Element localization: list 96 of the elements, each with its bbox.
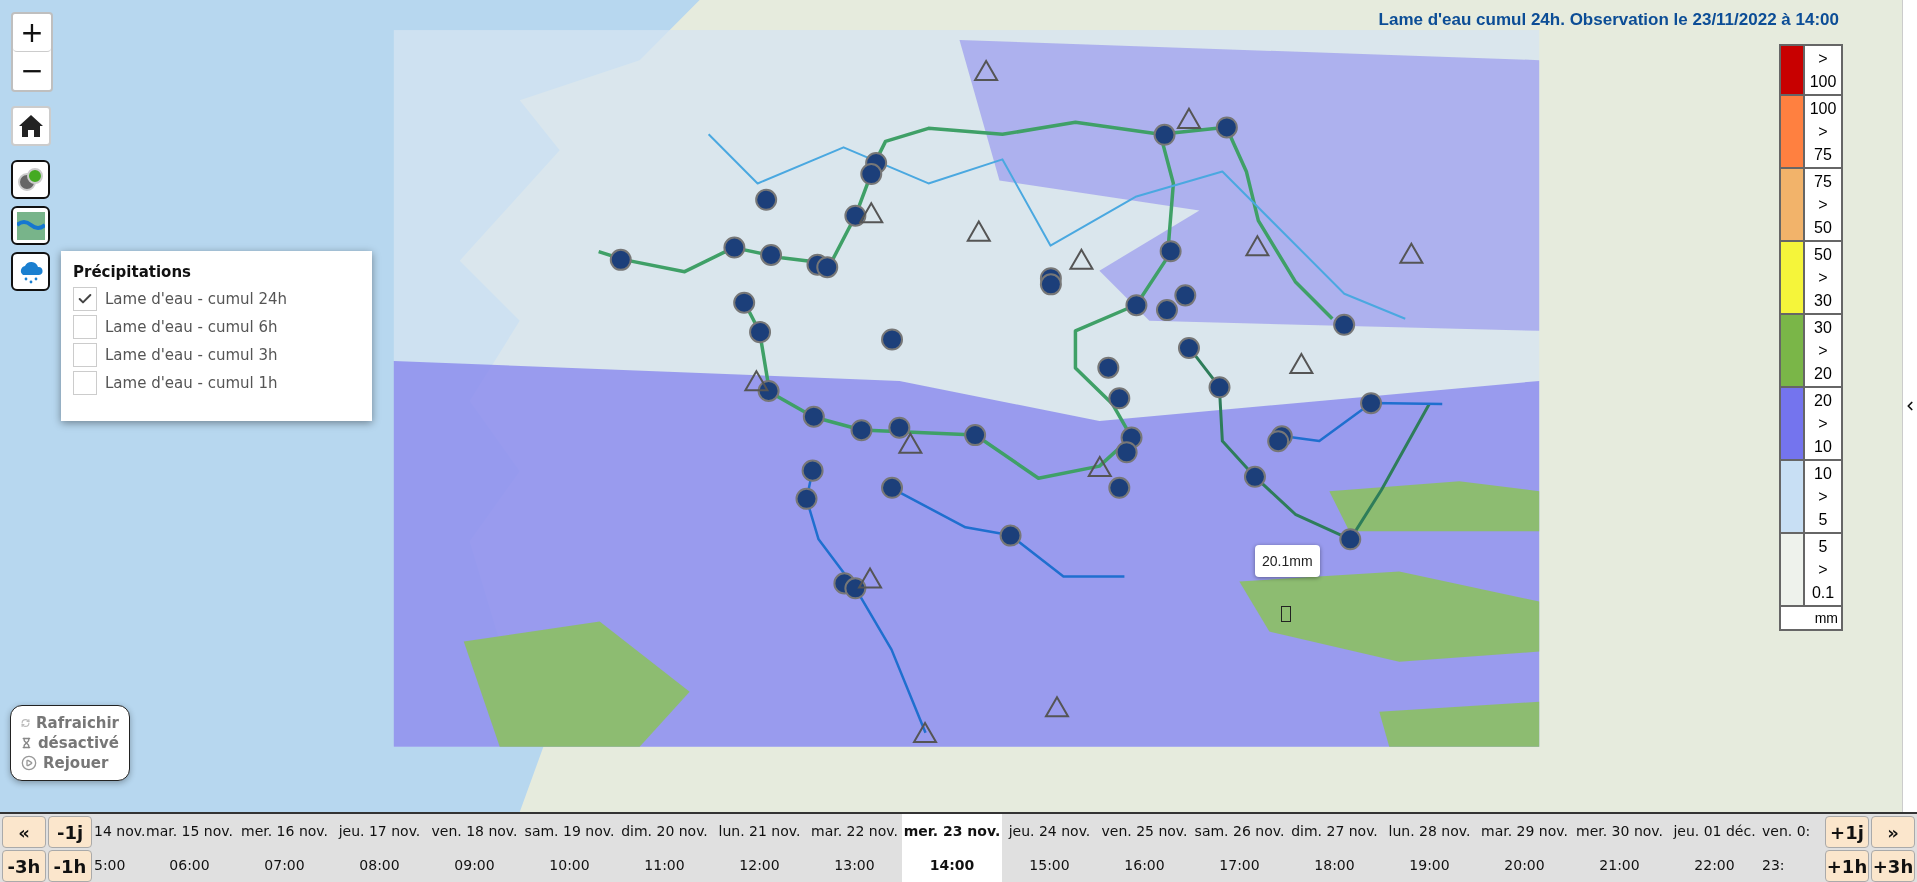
slot-date: sam. 19 nov. xyxy=(524,823,615,839)
river-icon xyxy=(16,211,45,240)
timeline-slot[interactable]: jeu. 01 déc. 22:00 xyxy=(1667,814,1762,882)
timeline-slot[interactable]: sam. 26 nov. 17:00 xyxy=(1192,814,1287,882)
popup-title: Précipitations xyxy=(73,263,192,281)
slot-date: mer. 16 nov. xyxy=(241,823,328,839)
slot-date: sam. 26 nov. xyxy=(1194,823,1285,839)
timeline-slot[interactable]: jeu. 24 nov. 15:00 xyxy=(1002,814,1097,882)
timeline-slot[interactable]: ven. 25 nov. 16:00 xyxy=(1097,814,1192,882)
slot-time: 09:00 xyxy=(454,857,495,873)
timeline-slot[interactable]: sam. 19 nov. 10:00 xyxy=(522,814,617,882)
timeline-step-button[interactable]: +1j xyxy=(1825,816,1869,848)
timeline-step-button[interactable]: -1h xyxy=(48,850,92,882)
map-title: Lame d'eau cumul 24h. Observation le 23/11/2022 à 14:00 xyxy=(1378,10,1839,30)
checkbox[interactable] xyxy=(73,315,97,339)
checkbox[interactable] xyxy=(73,371,97,395)
timeline-step-button[interactable]: -3h xyxy=(2,850,46,882)
timeline-step-button[interactable]: +3h xyxy=(1871,850,1915,882)
slot-date: mer. 30 nov. xyxy=(1576,823,1663,839)
slot-date: ven. 18 nov. xyxy=(431,823,518,839)
legend-label: 5 > 0.1 xyxy=(1805,534,1841,605)
slot-time: 14:00 xyxy=(929,857,975,873)
slot-time: 19:00 xyxy=(1409,857,1450,873)
slot-date: dim. 27 nov. xyxy=(1291,823,1378,839)
slot-date: mar. 15 nov. xyxy=(146,823,233,839)
side-panel-toggle[interactable] xyxy=(1902,0,1917,812)
slot-date: jeu. 17 nov. xyxy=(338,823,421,839)
point-marker xyxy=(1281,606,1291,622)
legend-label: 30 > 20 xyxy=(1805,315,1841,386)
slot-time: 20:00 xyxy=(1504,857,1545,873)
overlapping-circles-icon xyxy=(16,165,45,194)
layer-button[interactable] xyxy=(11,206,50,245)
timeline-slot[interactable]: jeu. 17 nov. 08:00 xyxy=(332,814,427,882)
slot-time: 5:00 xyxy=(94,857,126,873)
slot-time: 11:00 xyxy=(644,857,685,873)
legend-label: 10 > 5 xyxy=(1805,461,1841,532)
timeline-step-button[interactable]: » xyxy=(1871,816,1915,848)
slot-date: dim. 20 nov. xyxy=(621,823,708,839)
hourglass-icon xyxy=(21,735,32,751)
layer-button[interactable] xyxy=(11,160,50,199)
checkbox[interactable] xyxy=(73,343,97,367)
value-tooltip: 20.1mm xyxy=(1255,545,1320,577)
slot-time: 22:00 xyxy=(1694,857,1735,873)
checkbox[interactable] xyxy=(73,287,97,311)
slot-time: 15:00 xyxy=(1029,857,1070,873)
slot-date: mar. 29 nov. xyxy=(1481,823,1568,839)
timeline-slot[interactable]: dim. 27 nov. 18:00 xyxy=(1287,814,1382,882)
legend-label: 100 > 75 xyxy=(1805,96,1841,167)
timeline-step-button[interactable]: +1h xyxy=(1825,850,1869,882)
slot-time: 13:00 xyxy=(834,857,875,873)
layer-option-label[interactable]: Lame d'eau - cumul 1h xyxy=(105,374,278,392)
slot-time: 10:00 xyxy=(549,857,590,873)
slot-time: 12:00 xyxy=(739,857,780,873)
timeline-slot[interactable]: lun. 28 nov. 19:00 xyxy=(1382,814,1477,882)
slot-date: ven. 0: xyxy=(1762,823,1811,839)
timeline-slot[interactable]: ven. 18 nov. 09:00 xyxy=(427,814,522,882)
play-icon xyxy=(21,755,37,771)
slot-date: jeu. 01 déc. xyxy=(1673,823,1756,839)
slot-time: 16:00 xyxy=(1124,857,1165,873)
slot-time: 17:00 xyxy=(1219,857,1260,873)
timeline-slot[interactable]: mar. 29 nov. 20:00 xyxy=(1477,814,1572,882)
layer-option-label[interactable]: Lame d'eau - cumul 3h xyxy=(105,346,278,364)
playback-label[interactable]: désactivé xyxy=(37,734,119,752)
slot-date: mer. 23 nov. xyxy=(903,823,1001,839)
timeline-slot[interactable]: mer. 30 nov. 21:00 xyxy=(1572,814,1667,882)
legend-label: 75 > 50 xyxy=(1805,169,1841,240)
layer-option-label[interactable]: Lame d'eau - cumul 24h xyxy=(105,290,288,308)
slot-time: 07:00 xyxy=(264,857,305,873)
layer-button[interactable] xyxy=(11,252,50,291)
slot-date: lun. 28 nov. xyxy=(1388,823,1471,839)
timeline-step-button[interactable]: -1j xyxy=(48,816,92,848)
timeline-slot[interactable]: dim. 20 nov. 11:00 xyxy=(617,814,712,882)
timeline-slot[interactable]: lun. 21 nov. 12:00 xyxy=(712,814,807,882)
legend-label: > 100 xyxy=(1805,46,1841,94)
timeline-step-button[interactable]: « xyxy=(2,816,46,848)
slot-time: 21:00 xyxy=(1599,857,1640,873)
timeline-slot[interactable]: mer. 16 nov. 07:00 xyxy=(237,814,332,882)
timeline-slot[interactable]: ven. 0: 23: xyxy=(1762,814,1823,882)
slot-date: lun. 21 nov. xyxy=(718,823,801,839)
slot-time: 23: xyxy=(1762,857,1785,873)
home-icon xyxy=(18,114,44,138)
slot-time: 18:00 xyxy=(1314,857,1355,873)
timeline-slot[interactable]: mer. 23 nov. 14:00 xyxy=(902,814,1002,882)
slot-date: ven. 25 nov. xyxy=(1101,823,1188,839)
slot-time: 08:00 xyxy=(359,857,400,873)
slot-date: mar. 22 nov. xyxy=(811,823,898,839)
legend-label: 20 > 10 xyxy=(1805,388,1841,459)
legend-unit: mm xyxy=(1781,607,1841,629)
slot-time: 06:00 xyxy=(169,857,210,873)
playback-label[interactable]: Rafraichir xyxy=(36,714,119,732)
layer-option-label[interactable]: Lame d'eau - cumul 6h xyxy=(105,318,278,336)
playback-label[interactable]: Rejouer xyxy=(43,754,109,772)
timeline-slot[interactable]: mar. 22 nov. 13:00 xyxy=(807,814,902,882)
slot-date: jeu. 24 nov. xyxy=(1008,823,1091,839)
home-button[interactable] xyxy=(11,106,51,146)
legend-label: 50 > 30 xyxy=(1805,242,1841,313)
